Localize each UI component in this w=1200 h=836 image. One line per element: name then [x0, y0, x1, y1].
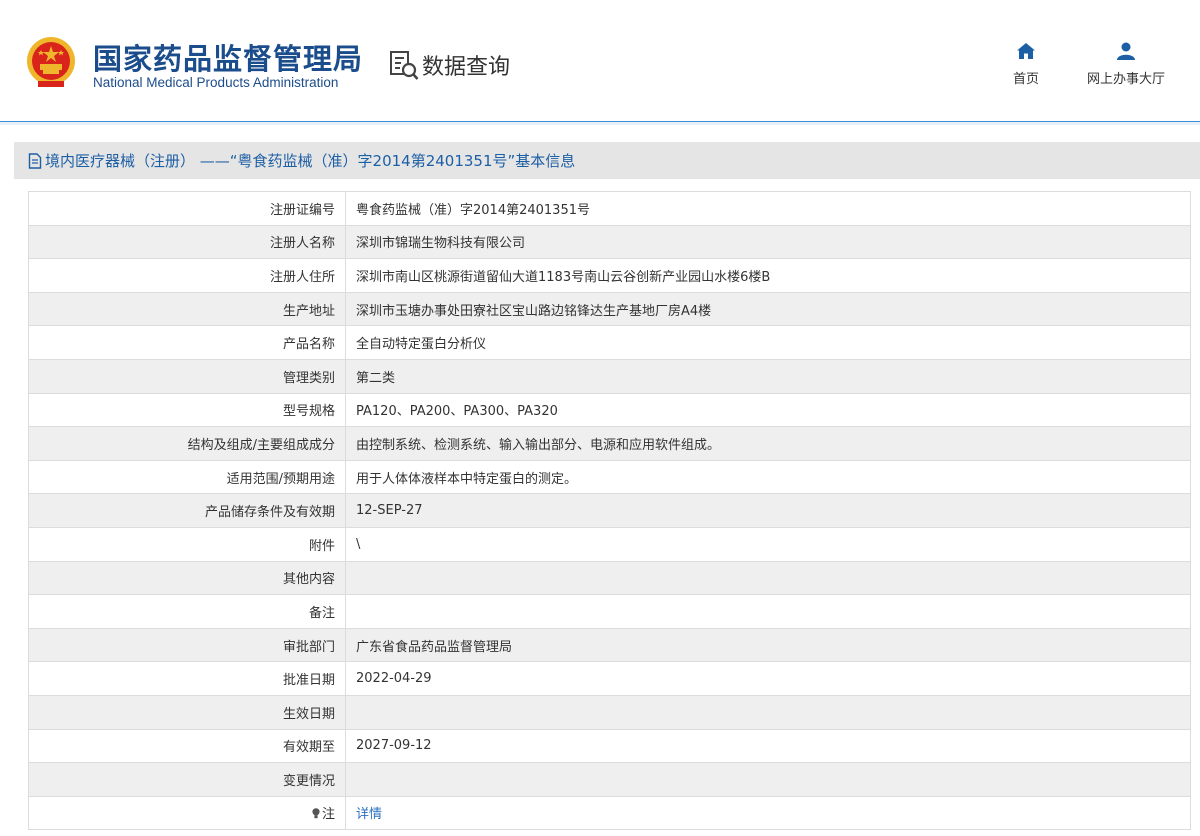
- field-value: 用于人体体液样本中特定蛋白的测定。: [345, 459, 1191, 495]
- field-value: 12-SEP-27: [345, 493, 1191, 528]
- table-row: 生产地址 深圳市玉塘办事处田寮社区宝山路边铭锋达生产基地厂房A4楼: [28, 291, 1191, 327]
- field-value: [345, 594, 1191, 629]
- registration-detail-table: 注册证编号 粤食药监械（准）字2014第2401351号 注册人名称 深圳市锦瑞生物…: [28, 191, 1191, 831]
- field-label-note: 注: [28, 795, 346, 831]
- table-row: 型号规格 PA120、PA200、PA300、PA320: [28, 392, 1191, 428]
- agency-name-cn: 国家药品监督管理局: [93, 42, 364, 76]
- field-value: 2022-04-29: [345, 661, 1191, 696]
- table-row: 产品名称 全自动特定蛋白分析仪: [28, 325, 1191, 360]
- table-row: 其他内容: [28, 560, 1191, 596]
- field-label: 产品储存条件及有效期: [28, 493, 346, 528]
- document-icon: [28, 152, 42, 169]
- field-value-note: 详情: [345, 795, 1191, 831]
- field-label: 结构及组成/主要组成成分: [28, 426, 346, 461]
- field-label: 批准日期: [28, 661, 346, 696]
- note-label: 注: [321, 807, 335, 823]
- details-link[interactable]: 详情: [356, 807, 382, 822]
- table-row: 备注: [28, 594, 1191, 629]
- field-label: 生产地址: [28, 291, 346, 327]
- field-value: 第二类: [345, 358, 1191, 394]
- field-label: 生效日期: [28, 694, 346, 730]
- field-label: 有效期至: [28, 728, 346, 764]
- field-value: 深圳市南山区桃源街道留仙大道1183号南山云谷创新产业园山水楼6楼B: [345, 258, 1191, 293]
- field-label: 注册证编号: [28, 191, 346, 226]
- field-value: 2027-09-12: [345, 728, 1191, 764]
- field-label: 注册人名称: [28, 224, 346, 260]
- table-row: 结构及组成/主要组成成分 由控制系统、检测系统、输入输出部分、电源和应用软件组成。: [28, 426, 1191, 461]
- nav-home-label: 首页: [1012, 72, 1039, 87]
- field-label: 审批部门: [28, 627, 346, 663]
- table-row: 变更情况: [28, 762, 1191, 797]
- user-icon: [1117, 42, 1135, 60]
- nav-online-service-hall[interactable]: 网上办事大厅: [1082, 42, 1170, 87]
- field-value: 深圳市玉塘办事处田寮社区宝山路边铭锋达生产基地厂房A4楼: [345, 291, 1191, 327]
- table-row: 注册人住所 深圳市南山区桃源街道留仙大道1183号南山云谷创新产业园山水楼6楼B: [28, 258, 1191, 293]
- field-value: PA120、PA200、PA300、PA320: [345, 392, 1191, 428]
- field-label: 适用范围/预期用途: [28, 459, 346, 495]
- table-row: 生效日期: [28, 694, 1191, 730]
- field-label: 变更情况: [28, 762, 346, 797]
- field-label: 其他内容: [28, 560, 346, 596]
- table-row: 注 详情: [28, 795, 1191, 831]
- site-header: 国家药品监督管理局 National Medical Products Admi…: [0, 0, 1200, 125]
- national-emblem-icon: [27, 37, 75, 87]
- record-title-bar: 境内医疗器械（注册） ——“粤食药监械（准）字2014第2401351号”基本信…: [14, 142, 1200, 179]
- search-document-icon: [390, 51, 419, 80]
- nav-hall-label: 网上办事大厅: [1086, 72, 1165, 87]
- field-value: 广东省食品药品监督管理局: [345, 627, 1191, 663]
- table-row: 附件 \: [28, 526, 1191, 562]
- home-icon: [1017, 43, 1035, 59]
- field-value: 粤食药监械（准）字2014第2401351号: [345, 191, 1191, 226]
- table-row: 产品储存条件及有效期 12-SEP-27: [28, 493, 1191, 528]
- field-value: [345, 694, 1191, 730]
- data-query-heading: 数据查询: [389, 48, 510, 82]
- table-row: 注册证编号 粤食药监械（准）字2014第2401351号: [28, 191, 1191, 226]
- table-row: 管理类别 第二类: [28, 358, 1191, 394]
- table-row: 适用范围/预期用途 用于人体体液样本中特定蛋白的测定。: [28, 459, 1191, 495]
- field-label: 产品名称: [28, 325, 346, 360]
- record-title: 境内医疗器械（注册） ——“粤食药监械（准）字2014第2401351号”基本信…: [45, 152, 576, 170]
- field-value: [345, 560, 1191, 596]
- field-label: 注册人住所: [28, 258, 346, 293]
- query-title: 数据查询: [422, 55, 511, 80]
- field-value: \: [345, 526, 1191, 562]
- field-label: 附件: [28, 526, 346, 562]
- field-value: 由控制系统、检测系统、输入输出部分、电源和应用软件组成。: [345, 426, 1191, 461]
- field-value: [345, 762, 1191, 797]
- field-label: 管理类别: [28, 358, 346, 394]
- lightbulb-icon: [312, 808, 320, 819]
- field-value: 全自动特定蛋白分析仪: [345, 325, 1191, 360]
- table-row: 审批部门 广东省食品药品监督管理局: [28, 627, 1191, 663]
- table-row: 批准日期 2022-04-29: [28, 661, 1191, 696]
- table-row: 有效期至 2027-09-12: [28, 728, 1191, 764]
- field-label: 型号规格: [28, 392, 346, 428]
- agency-name-en: National Medical Products Administration: [93, 75, 339, 90]
- field-label: 备注: [28, 594, 346, 629]
- field-value: 深圳市锦瑞生物科技有限公司: [345, 224, 1191, 260]
- nav-home[interactable]: 首页: [1005, 42, 1047, 87]
- table-row: 注册人名称 深圳市锦瑞生物科技有限公司: [28, 224, 1191, 260]
